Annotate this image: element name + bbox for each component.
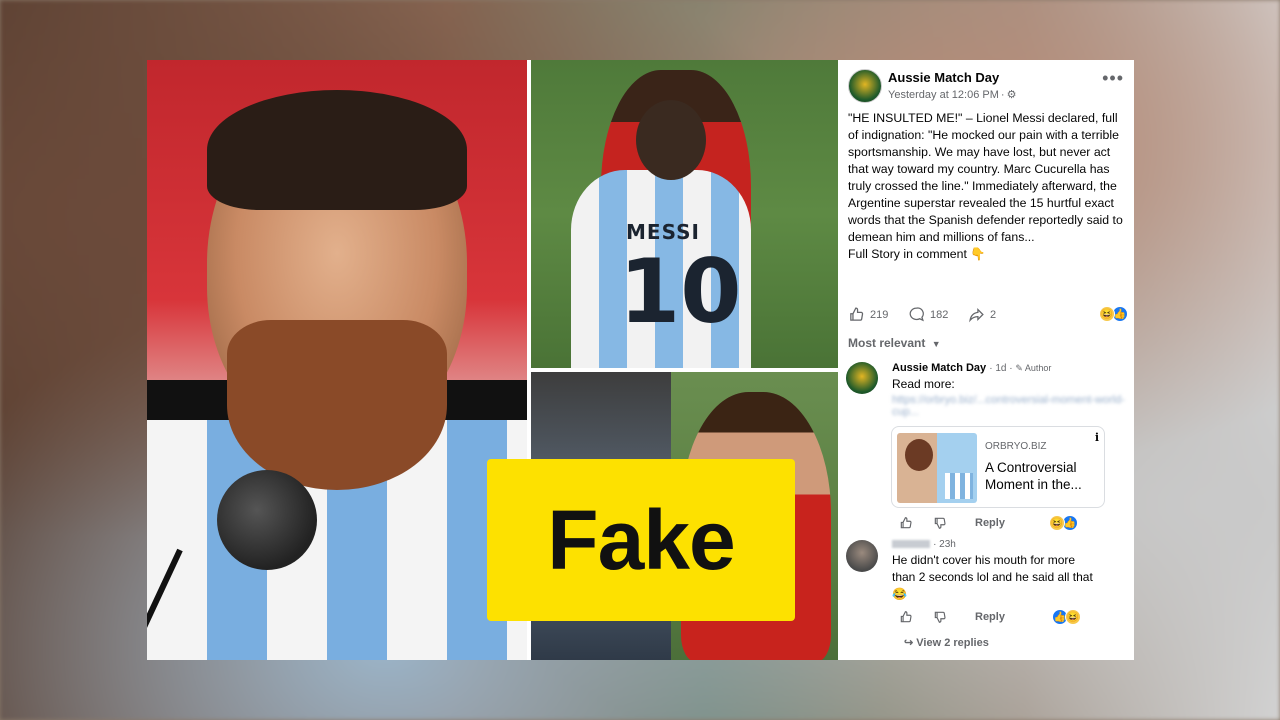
pencil-icon: ✎	[1015, 363, 1023, 373]
comment-actions: Reply 😆 👍	[899, 515, 1078, 531]
commenter-name[interactable]: · 23h	[892, 538, 956, 550]
thumbs-up-icon[interactable]	[899, 610, 913, 624]
page-avatar[interactable]	[848, 69, 882, 103]
comment-actions: Reply 👍 😆	[899, 609, 1081, 625]
comment-sort-dropdown[interactable]: Most relevant ▼	[848, 336, 941, 350]
link-domain: ORBRYO.BIZ	[985, 441, 1047, 452]
haha-reaction-icon: 😆	[1099, 306, 1115, 322]
post-timestamp[interactable]: Yesterday at 12:06 PM · ⚙	[888, 88, 1016, 101]
messi-press-conference-photo	[147, 60, 527, 660]
link-title: A Controversial Moment in the...	[985, 460, 1082, 492]
comment-reactions[interactable]: 😆 👍	[1049, 515, 1078, 531]
post-body: "HE INSULTED ME!" – Lionel Messi declare…	[848, 110, 1126, 263]
share-count: 2	[990, 308, 997, 321]
comment-reactions[interactable]: 👍 😆	[1052, 609, 1081, 625]
comment-text: He didn't cover his mouth for more than …	[892, 553, 1093, 601]
facebook-post-panel: Aussie Match Day Yesterday at 12:06 PM · ⚙…	[838, 60, 1134, 660]
page-name[interactable]: Aussie Match Day	[888, 70, 999, 85]
reply-button[interactable]: Reply	[975, 517, 1005, 529]
reactions-bar: 219 182 2 😆 👍	[846, 304, 1130, 326]
view-replies-link[interactable]: ↪ View 2 replies	[904, 636, 989, 649]
link-preview-card[interactable]: ORBRYO.BIZ A Controversial Moment in the…	[891, 426, 1105, 508]
info-icon[interactable]: i	[1095, 431, 1099, 444]
comment-count: 182	[930, 308, 949, 321]
like-action[interactable]: 219	[848, 306, 888, 323]
messi-back-photo: MESSI 10	[531, 60, 838, 368]
post-header: Aussie Match Day Yesterday at 12:06 PM · ⚙…	[848, 69, 1128, 105]
share-arrow-icon	[969, 308, 984, 323]
jersey-number: 10	[619, 240, 742, 343]
comment-bubble-icon	[909, 307, 924, 322]
comment-action[interactable]: 182	[908, 306, 948, 323]
reply-arrow-icon: ↪	[904, 637, 914, 649]
link-thumbnail	[897, 433, 977, 503]
thumbs-down-icon[interactable]	[933, 516, 947, 530]
microphone	[217, 470, 317, 570]
comment-item: · 23h He didn't cover his mouth for more…	[846, 538, 1130, 658]
reply-button[interactable]: Reply	[975, 611, 1005, 623]
haha-reaction-icon: 😆	[1065, 609, 1081, 625]
comment-text: Read more:	[892, 377, 955, 391]
share-action[interactable]: 2	[968, 306, 996, 323]
more-options-icon[interactable]: •••	[1102, 69, 1124, 87]
caret-down-icon: ▼	[931, 339, 941, 349]
like-count: 219	[870, 308, 889, 321]
post-body-main: "HE INSULTED ME!" – Lionel Messi declare…	[848, 111, 1123, 244]
commenter-avatar[interactable]	[846, 362, 878, 394]
comment-link[interactable]: https://orbryo.biz/...controversial-mome…	[892, 394, 1130, 418]
thumbs-down-icon[interactable]	[933, 610, 947, 624]
haha-reaction-icon: 😆	[1049, 515, 1065, 531]
fake-label-badge: Fake	[487, 459, 795, 621]
thumbs-up-icon	[850, 307, 864, 321]
commenter-name[interactable]: Aussie Match Day · 1d · ✎ Author	[892, 362, 1051, 374]
post-body-cta[interactable]: Full Story in comment 👇	[848, 246, 1126, 263]
thumbs-up-icon[interactable]	[899, 516, 913, 530]
commenter-avatar[interactable]	[846, 540, 878, 572]
comment-item: Aussie Match Day · 1d · ✎ Author Read mo…	[846, 358, 1130, 531]
globe-icon: ⚙	[1006, 89, 1017, 101]
reaction-summary[interactable]: 😆 👍	[1099, 306, 1128, 322]
fake-label-text: Fake	[547, 492, 735, 587]
